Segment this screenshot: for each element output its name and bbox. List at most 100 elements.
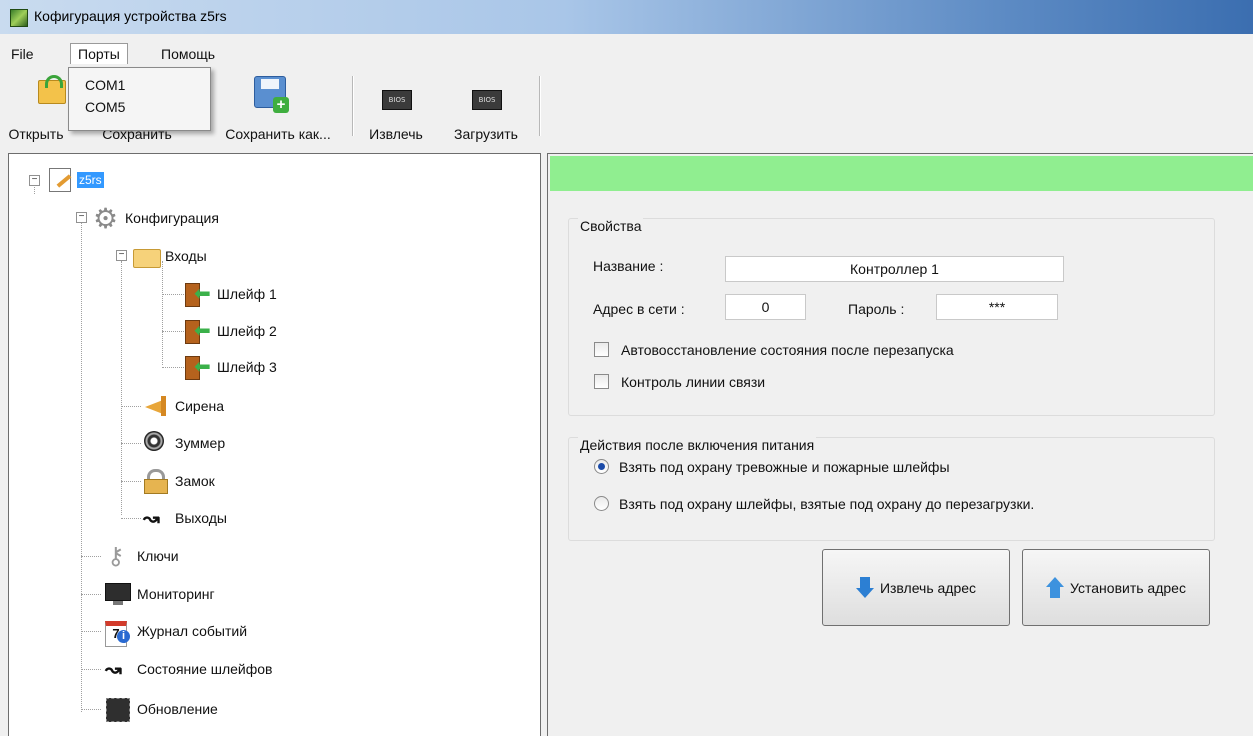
extract-address-label: Извлечь адрес [879, 579, 977, 596]
tree-node-label: z5rs [77, 172, 104, 188]
port-com5[interactable]: COM5 [69, 96, 210, 118]
auto-restore-checkbox[interactable] [594, 342, 609, 357]
group-title: Действия после включения питания [578, 437, 817, 453]
address-field[interactable]: 0 [725, 294, 806, 320]
tree-line [121, 518, 141, 519]
tree-node-label: Журнал событий [137, 623, 248, 639]
tree-node-shleif-3[interactable]: Шлейф 3 [185, 354, 277, 380]
app-icon [10, 9, 28, 27]
tree-node-label: Зуммер [175, 435, 226, 451]
tree-node-label: Шлейф 1 [217, 286, 277, 302]
gear-icon [93, 202, 119, 235]
power-actions-group: Действия после включения питания [568, 437, 1215, 541]
tree-node-label: Ключи [137, 548, 179, 564]
arrow-down-icon [855, 576, 874, 599]
extract-address-button[interactable]: Извлечь адрес [822, 549, 1010, 626]
tree-node-keys[interactable]: Ключи [105, 542, 179, 571]
set-address-button[interactable]: Установить адрес [1022, 549, 1210, 626]
tree-node-config[interactable]: Конфигурация [93, 202, 219, 235]
tree-node-loop-state[interactable]: Состояние шлейфов [105, 657, 273, 682]
lock-icon [143, 469, 169, 494]
collapse-toggle[interactable]: − [116, 250, 127, 261]
load-button-label: Загрузить [454, 126, 518, 142]
tree-node-root[interactable]: z5rs [49, 168, 104, 192]
signal-wave-icon [105, 657, 131, 682]
power-option-2-label: Взять под охрану шлейфы, взятые под охра… [619, 496, 1035, 512]
tree-line [81, 594, 101, 595]
tree-line [81, 631, 101, 632]
collapse-toggle[interactable]: − [29, 175, 40, 186]
speaker-icon [143, 431, 169, 455]
tree-line [121, 406, 141, 407]
bios-chip-icon: BIOS [382, 90, 412, 110]
door-entry-icon [185, 318, 211, 344]
tree-node-shleif-2[interactable]: Шлейф 2 [185, 318, 277, 344]
tree-node-update[interactable]: Обновление [105, 697, 218, 722]
name-label: Название : [593, 258, 664, 274]
link-control-checkbox[interactable] [594, 374, 609, 389]
tree-node-lock[interactable]: Замок [143, 469, 215, 494]
key-icon [105, 542, 131, 571]
siren-icon [143, 394, 169, 418]
save-as-button-label: Сохранить как... [225, 126, 331, 142]
tree-node-outputs[interactable]: Выходы [143, 506, 227, 531]
password-label: Пароль : [848, 301, 905, 317]
bios-chip-icon: BIOS [472, 90, 502, 110]
power-option-2-radio[interactable] [594, 496, 609, 511]
tree-node-label: Состояние шлейфов [137, 661, 273, 677]
folder-open-icon [133, 244, 161, 268]
signal-wave-icon [143, 506, 169, 531]
extract-button-label: Извлечь [369, 126, 423, 142]
load-button[interactable]: BIOS Загрузить [440, 74, 532, 144]
tree-line [162, 261, 163, 365]
device-tree: − − − z5rs Конфигурация Входы Шлейф 1 Шл… [8, 153, 541, 736]
toolbar-separator [352, 76, 354, 136]
chip-icon [105, 697, 131, 722]
password-field[interactable]: *** [936, 294, 1058, 320]
address-label: Адрес в сети : [593, 301, 685, 317]
set-address-label: Установить адрес [1070, 579, 1186, 596]
monitor-icon [105, 582, 131, 606]
calendar-info-icon [105, 619, 131, 647]
tree-line [162, 331, 184, 332]
tree-node-label: Входы [165, 248, 207, 264]
auto-restore-label: Автовосстановление состояния после перез… [621, 342, 954, 358]
tree-line [81, 709, 101, 710]
menu-ports[interactable]: Порты [70, 43, 128, 64]
open-button-label: Открыть [8, 126, 64, 142]
power-option-1-radio[interactable] [594, 459, 609, 474]
port-com1[interactable]: COM1 [69, 74, 210, 96]
tree-line [121, 481, 141, 482]
status-bar [550, 156, 1253, 191]
power-option-1-label: Взять под охрану тревожные и пожарные шл… [619, 459, 950, 475]
tree-node-inputs[interactable]: Входы [133, 244, 207, 268]
document-edit-icon [49, 168, 71, 192]
tree-node-label: Шлейф 2 [217, 323, 277, 339]
tree-node-shleif-1[interactable]: Шлейф 1 [185, 281, 277, 307]
tree-node-siren[interactable]: Сирена [143, 394, 224, 418]
arrow-up-icon [1046, 576, 1065, 599]
tree-line [121, 443, 141, 444]
tree-node-label: Обновление [137, 701, 218, 717]
open-button[interactable]: Открыть [6, 74, 66, 144]
tree-node-label: Сирена [175, 398, 225, 414]
menu-bar: File Порты Помощь [0, 43, 1253, 65]
toolbar-separator [539, 76, 541, 136]
tree-node-buzzer[interactable]: Зуммер [143, 431, 225, 455]
group-title: Свойства [578, 218, 644, 234]
name-field[interactable]: Контроллер 1 [725, 256, 1064, 282]
menu-help[interactable]: Помощь [154, 44, 222, 64]
tree-node-monitoring[interactable]: Мониторинг [105, 582, 215, 606]
extract-button[interactable]: BIOS Извлечь [358, 74, 434, 144]
link-control-label: Контроль линии связи [621, 374, 766, 390]
tree-line [81, 556, 101, 557]
window-title: Кофигурация устройства z5rs [34, 8, 227, 24]
tree-node-event-log[interactable]: Журнал событий [105, 619, 248, 647]
menu-file[interactable]: File [4, 44, 41, 64]
tree-node-label: Конфигурация [125, 210, 219, 226]
collapse-toggle[interactable]: − [76, 212, 87, 223]
tree-line [81, 669, 101, 670]
save-as-button[interactable]: Сохранить как... [208, 74, 348, 144]
tree-line [162, 367, 184, 368]
tree-node-label: Замок [175, 473, 215, 489]
